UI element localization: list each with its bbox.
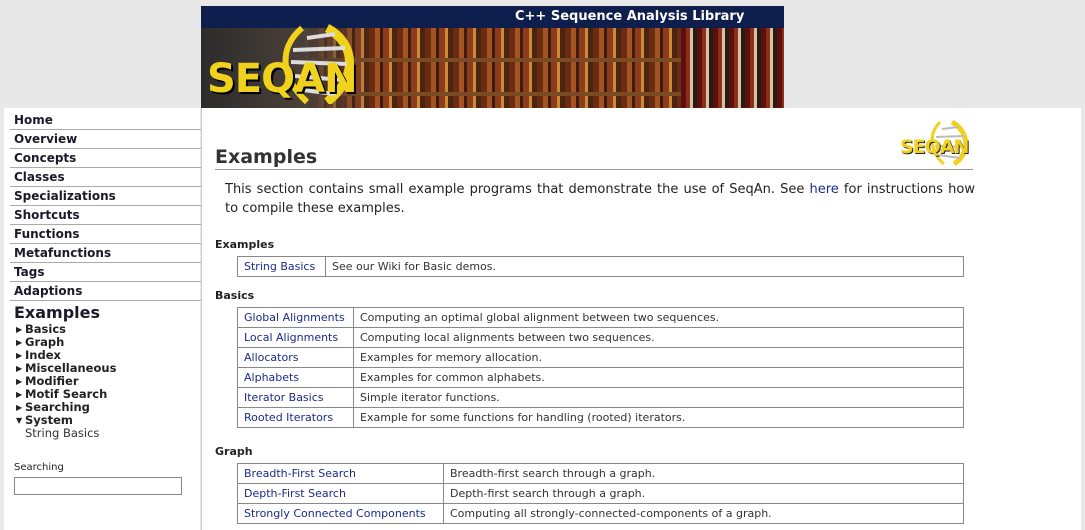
example-description: Examples for memory allocation. [353, 347, 964, 368]
bookshelf-image-right [681, 28, 784, 108]
table-row: String Basics See our Wiki for Basic dem… [237, 256, 964, 277]
triangle-right-icon: ▶ [16, 338, 23, 347]
example-link[interactable]: String Basics [237, 256, 326, 277]
example-description: Depth-first search through a graph. [443, 483, 964, 504]
nav-sub-label: Index [25, 348, 61, 362]
example-link[interactable]: Alphabets [237, 367, 354, 388]
nav-item-shortcuts[interactable]: Shortcuts [10, 206, 204, 225]
section-heading-graph: Graph [215, 445, 253, 458]
search-input[interactable] [14, 477, 182, 495]
triangle-right-icon: ▶ [16, 325, 23, 334]
triangle-right-icon: ▶ [16, 351, 23, 360]
table-row: Allocators Examples for memory allocatio… [237, 347, 964, 368]
nav-item-specializations[interactable]: Specializations [10, 187, 204, 206]
example-description: Example for some functions for handling … [353, 407, 964, 428]
example-link[interactable]: Rooted Iterators [237, 407, 354, 428]
example-description: Computing local alignments between two s… [353, 327, 964, 348]
example-description: See our Wiki for Basic demos. [325, 256, 964, 277]
main-content: SEQAN Examples This section contains sma… [201, 108, 1081, 530]
table-row: Rooted Iterators Example for some functi… [237, 407, 964, 428]
nav-item-overview[interactable]: Overview [10, 130, 204, 149]
examples-table: String Basics See our Wiki for Basic dem… [237, 256, 964, 277]
example-link[interactable]: Iterator Basics [237, 387, 354, 408]
section-heading-basics: Basics [215, 289, 255, 302]
graph-table: Breadth-First Search Breadth-first searc… [237, 463, 964, 524]
nav-sub-label: Searching [25, 400, 90, 414]
triangle-right-icon: ▶ [16, 390, 23, 399]
example-description: Examples for common alphabets. [353, 367, 964, 388]
example-link[interactable]: Depth-First Search [237, 483, 444, 504]
nav-sub-label: System [25, 413, 73, 427]
triangle-down-icon: ▼ [16, 416, 23, 425]
seqan-logo[interactable]: SEQAN [207, 24, 377, 104]
search-label: Searching [14, 462, 64, 473]
example-link[interactable]: Allocators [237, 347, 354, 368]
example-description: Simple iterator functions. [353, 387, 964, 408]
nav-item-tags[interactable]: Tags [10, 263, 204, 282]
nav-item-functions[interactable]: Functions [10, 225, 204, 244]
nav-sub-label: Modifier [25, 374, 79, 388]
triangle-right-icon: ▶ [16, 403, 23, 412]
example-description: Computing an optimal global alignment be… [353, 307, 964, 328]
nav-current-section: Examples [14, 303, 101, 322]
nav-sub-label: Basics [25, 322, 66, 336]
here-link[interactable]: here [810, 182, 839, 197]
table-row: Local Alignments Computing local alignme… [237, 327, 964, 348]
example-link[interactable]: Global Alignments [237, 307, 354, 328]
triangle-right-icon: ▶ [16, 364, 23, 373]
example-link[interactable]: Local Alignments [237, 327, 354, 348]
intro-text: This section contains small example prog… [225, 180, 975, 218]
table-row: Global Alignments Computing an optimal g… [237, 307, 964, 328]
nav-sub-label: Miscellaneous [25, 361, 117, 375]
example-link[interactable]: Strongly Connected Components [237, 503, 444, 524]
table-row: Breadth-First Search Breadth-first searc… [237, 463, 964, 484]
nav-sub-string-basics[interactable]: String Basics [25, 427, 200, 440]
nav-item-concepts[interactable]: Concepts [10, 149, 204, 168]
header-banner: C++ Sequence Analysis Library SEQAN [201, 6, 784, 108]
example-description: Breadth-first search through a graph. [443, 463, 964, 484]
table-row: Depth-First Search Depth-first search th… [237, 483, 964, 504]
sidebar: Home Overview Concepts Classes Specializ… [4, 108, 204, 530]
table-row: Iterator Basics Simple iterator function… [237, 387, 964, 408]
example-description: Computing all strongly-connected-compone… [443, 503, 964, 524]
table-row: Strongly Connected Components Computing … [237, 503, 964, 524]
section-heading-examples: Examples [215, 238, 275, 251]
nav-sub-label: Graph [25, 335, 65, 349]
basics-table: Global Alignments Computing an optimal g… [237, 307, 964, 428]
intro-text-before: This section contains small example prog… [225, 182, 810, 197]
nav-item-adaptions[interactable]: Adaptions [10, 282, 204, 301]
triangle-right-icon: ▶ [16, 377, 23, 386]
logo-text: SEQAN [207, 56, 358, 102]
page-title: Examples [215, 146, 973, 170]
example-link[interactable]: Breadth-First Search [237, 463, 444, 484]
nav-item-home[interactable]: Home [10, 111, 204, 130]
nav-item-classes[interactable]: Classes [10, 168, 204, 187]
nav-item-metafunctions[interactable]: Metafunctions [10, 244, 204, 263]
nav-sub-label: Motif Search [25, 387, 108, 401]
table-row: Alphabets Examples for common alphabets. [237, 367, 964, 388]
